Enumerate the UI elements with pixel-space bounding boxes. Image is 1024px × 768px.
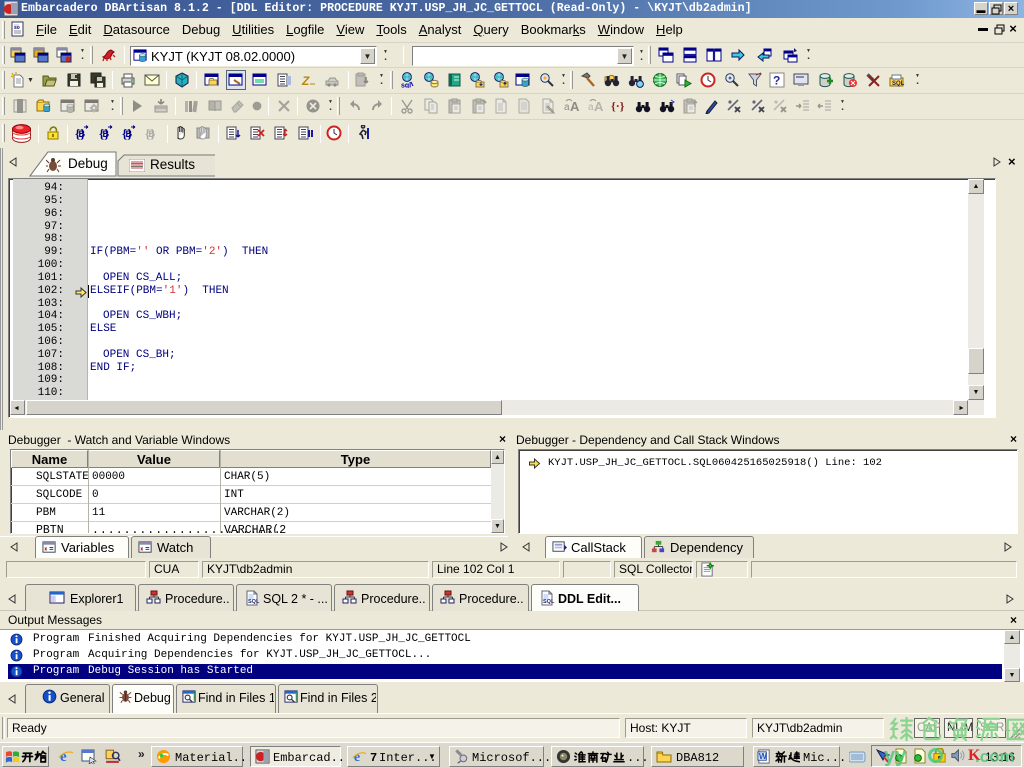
svg-text:W: W — [759, 751, 767, 761]
svg-text:e: e — [60, 749, 67, 764]
svg-text:Z: Z — [301, 74, 310, 88]
svg-text:?: ? — [773, 74, 780, 88]
svg-text:B: B — [126, 129, 133, 139]
svg-text:A: A — [570, 99, 580, 114]
svg-text:B: B — [103, 129, 110, 139]
svg-text:sql: sql — [401, 83, 411, 89]
svg-text:SQL: SQL — [248, 599, 260, 605]
svg-text:{·}: {·} — [611, 99, 625, 113]
svg-text:SQL: SQL — [892, 81, 905, 87]
svg-text:B: B — [149, 129, 156, 139]
svg-text:B: B — [79, 129, 86, 139]
svg-text:A: A — [594, 99, 604, 114]
svg-text:so: so — [14, 25, 20, 31]
svg-text:SQL: SQL — [543, 599, 555, 605]
